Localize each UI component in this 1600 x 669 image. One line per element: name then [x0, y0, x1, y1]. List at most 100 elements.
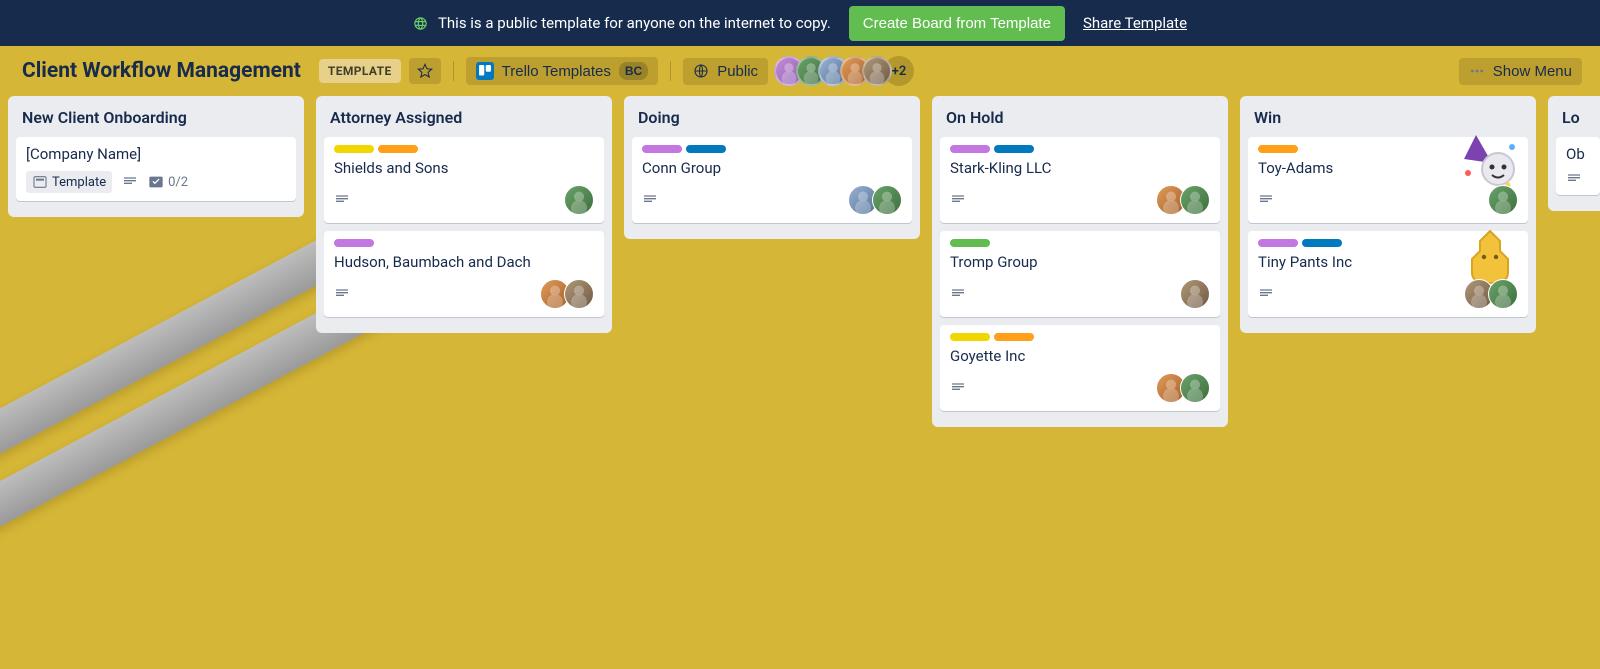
separator	[453, 61, 454, 81]
label-green[interactable]	[950, 239, 990, 247]
card[interactable]: Tromp Group	[940, 231, 1220, 317]
description-icon	[950, 380, 966, 396]
avatar[interactable]	[862, 56, 892, 86]
avatar[interactable]	[1180, 373, 1210, 403]
card-members	[848, 185, 902, 215]
description-icon	[950, 192, 966, 208]
share-template-link[interactable]: Share Template	[1083, 14, 1187, 32]
card[interactable]: Ob	[1556, 137, 1600, 195]
star-board-button[interactable]	[409, 58, 441, 84]
list-title[interactable]: Attorney Assigned	[324, 104, 604, 137]
label-yellow[interactable]	[950, 333, 990, 341]
list: Lo Ob	[1548, 96, 1600, 211]
label-purple[interactable]	[642, 145, 682, 153]
has-description-badge	[1258, 286, 1274, 302]
card-labels	[334, 239, 594, 247]
card[interactable]: Goyette Inc	[940, 325, 1220, 411]
list-title[interactable]: Lo	[1556, 104, 1600, 137]
card-meta: Template0/2	[26, 171, 286, 193]
card-title: Hudson, Baumbach and Dach	[334, 253, 594, 271]
visibility-label: Public	[717, 63, 758, 80]
list-title[interactable]: Doing	[632, 104, 912, 137]
label-purple[interactable]	[950, 145, 990, 153]
card-meta	[642, 185, 902, 215]
has-description-badge	[950, 286, 966, 302]
card-title: Goyette Inc	[950, 347, 1210, 365]
avatar[interactable]	[1488, 185, 1518, 215]
card-meta	[1258, 279, 1518, 309]
avatar[interactable]	[564, 279, 594, 309]
card-meta	[950, 373, 1210, 403]
card[interactable]: Stark-Kling LLC	[940, 137, 1220, 223]
card[interactable]: Toy-Adams	[1248, 137, 1528, 223]
card[interactable]: Hudson, Baumbach and Dach	[324, 231, 604, 317]
card-title: Conn Group	[642, 159, 902, 177]
avatar[interactable]	[1180, 185, 1210, 215]
card-meta	[950, 279, 1210, 309]
star-icon	[417, 63, 433, 79]
checklist-icon	[148, 174, 164, 190]
workspace-chip[interactable]: Trello Templates BC	[466, 57, 659, 85]
label-purple[interactable]	[334, 239, 374, 247]
description-icon	[334, 286, 350, 302]
board-title[interactable]: Client Workflow Management	[22, 59, 301, 83]
card-members	[1180, 279, 1210, 309]
gummy-sticker	[1458, 223, 1522, 287]
separator	[670, 61, 671, 81]
announcement-text: This is a public template for anyone on …	[438, 14, 831, 32]
card-members	[1156, 185, 1210, 215]
list: WinToy-AdamsTiny Pants Inc	[1240, 96, 1536, 333]
avatar[interactable]	[564, 185, 594, 215]
has-description-badge	[642, 192, 658, 208]
card[interactable]: Shields and Sons	[324, 137, 604, 223]
card-labels	[950, 145, 1210, 153]
label-blue[interactable]	[686, 145, 726, 153]
avatar[interactable]	[1180, 279, 1210, 309]
description-icon	[950, 286, 966, 302]
description-icon	[1566, 171, 1582, 187]
workspace-label: Trello Templates	[502, 63, 611, 80]
description-icon	[1258, 286, 1274, 302]
create-board-from-template-button[interactable]: Create Board from Template	[849, 6, 1065, 41]
card-labels	[950, 239, 1210, 247]
list: Doing Conn Group	[624, 96, 920, 239]
trello-icon	[476, 62, 494, 80]
card-meta	[334, 279, 594, 309]
list: Attorney Assigned Shields and Sons Hudson,…	[316, 96, 612, 333]
announcement-message: This is a public template for anyone on …	[413, 14, 831, 32]
list: New Client Onboarding[Company Name]Templ…	[8, 96, 304, 217]
card[interactable]: Tiny Pants Inc	[1248, 231, 1528, 317]
label-orange[interactable]	[994, 333, 1034, 341]
avatar[interactable]	[1488, 279, 1518, 309]
description-icon	[122, 174, 138, 190]
has-description-badge	[1566, 171, 1582, 187]
party-sticker	[1458, 129, 1522, 193]
dots-icon	[1469, 63, 1485, 79]
card-members	[1156, 373, 1210, 403]
label-yellow[interactable]	[334, 145, 374, 153]
card[interactable]: Conn Group	[632, 137, 912, 223]
avatar[interactable]	[872, 185, 902, 215]
lists-container: New Client Onboarding[Company Name]Templ…	[0, 96, 1600, 447]
label-orange[interactable]	[1258, 145, 1298, 153]
card[interactable]: [Company Name]Template0/2	[16, 137, 296, 201]
show-menu-button[interactable]: Show Menu	[1459, 58, 1582, 85]
label-orange[interactable]	[378, 145, 418, 153]
list-title[interactable]: New Client Onboarding	[16, 104, 296, 137]
board-members[interactable]: +2	[782, 56, 914, 86]
globe-icon	[693, 63, 709, 79]
has-description-badge	[950, 380, 966, 396]
description-icon	[334, 192, 350, 208]
card-meta	[334, 185, 594, 215]
description-icon	[1258, 192, 1274, 208]
label-blue[interactable]	[1302, 239, 1342, 247]
card-title: Stark-Kling LLC	[950, 159, 1210, 177]
card-meta	[950, 185, 1210, 215]
visibility-chip[interactable]: Public	[683, 58, 768, 85]
label-purple[interactable]	[1258, 239, 1298, 247]
card-sticker	[1458, 129, 1522, 193]
card-title: Shields and Sons	[334, 159, 594, 177]
label-blue[interactable]	[994, 145, 1034, 153]
card-title: Ob	[1566, 145, 1590, 163]
list-title[interactable]: On Hold	[940, 104, 1220, 137]
